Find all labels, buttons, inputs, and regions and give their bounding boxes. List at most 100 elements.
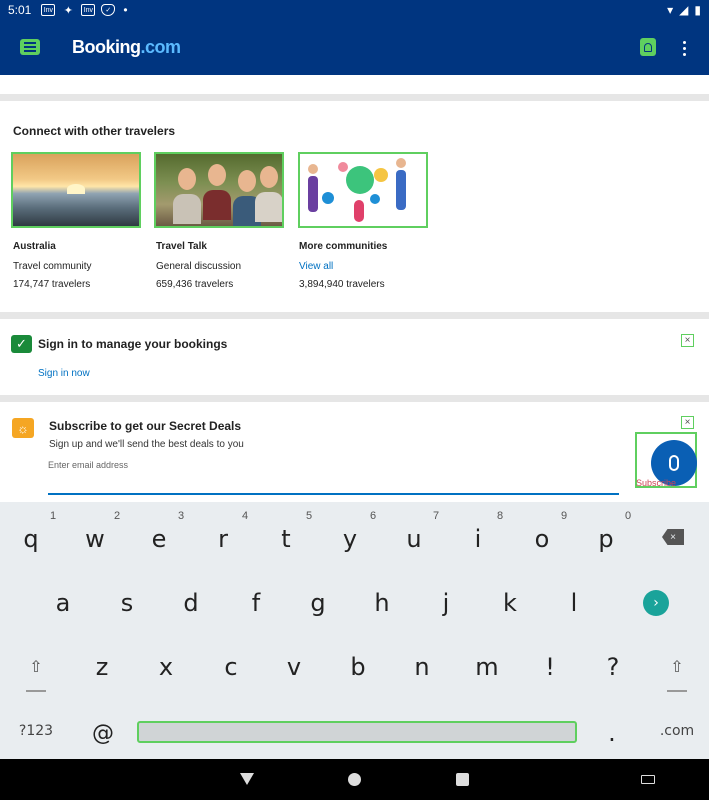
- navigation-bar: [0, 759, 709, 800]
- back-icon[interactable]: [240, 773, 254, 785]
- deal-sun-icon: ☼: [12, 418, 34, 438]
- shift-left-icon[interactable]: ⇧: [24, 654, 48, 678]
- key-hint-7: 7: [433, 510, 440, 522]
- checkmark-icon: ✓: [11, 335, 32, 353]
- key-hint-6: 6: [370, 510, 377, 522]
- key-w[interactable]: w: [83, 524, 107, 554]
- community-card-more-image[interactable]: [298, 152, 428, 228]
- sign-in-link[interactable]: Sign in now: [38, 368, 90, 379]
- symbols-key[interactable]: ?123: [14, 720, 58, 742]
- key-hint-3: 3: [178, 510, 185, 522]
- key-u[interactable]: u: [402, 524, 426, 554]
- subscribe-close-icon[interactable]: ×: [681, 416, 694, 429]
- card-more-count: 3,894,940 travelers: [299, 279, 385, 290]
- sign-in-title: Sign in to manage your bookings: [38, 337, 228, 351]
- card-travel-talk-subtitle: General discussion: [156, 261, 242, 272]
- shift-left-underline: [26, 690, 46, 692]
- card-travel-talk-count: 659,436 travelers: [156, 279, 234, 290]
- sign-in-close-icon[interactable]: ×: [681, 334, 694, 347]
- recent-apps-icon[interactable]: [456, 773, 469, 786]
- status-time: 5:01: [8, 3, 32, 17]
- subscribe-description: Sign up and we'll send the best deals to…: [49, 439, 244, 450]
- key-r[interactable]: r: [212, 524, 234, 554]
- key-hint-8: 8: [497, 510, 504, 522]
- status-bar: 5:01 Inv ✦ Inv ✓ • ▾ ◢ ▮: [0, 0, 709, 20]
- key-c[interactable]: c: [220, 652, 242, 682]
- key-k[interactable]: k: [498, 588, 522, 618]
- space-bar[interactable]: [137, 721, 577, 743]
- backspace-icon[interactable]: ×: [662, 529, 684, 545]
- key-p[interactable]: p: [595, 524, 617, 554]
- key-t[interactable]: t: [276, 524, 296, 554]
- subscribe-title: Subscribe to get our Secret Deals: [49, 419, 242, 433]
- key-hint-9: 9: [561, 510, 568, 522]
- notification-bell-icon[interactable]: [640, 38, 656, 56]
- card-more-view-all[interactable]: View all: [299, 261, 333, 272]
- key-i[interactable]: i: [467, 524, 489, 554]
- logo-suffix: .com: [140, 37, 182, 57]
- key-at[interactable]: @: [90, 718, 116, 748]
- key-s[interactable]: s: [115, 588, 139, 618]
- key-period[interactable]: .: [604, 719, 620, 747]
- key-a[interactable]: a: [51, 588, 75, 618]
- key-n[interactable]: n: [411, 652, 433, 682]
- card-australia-subtitle: Travel community: [13, 261, 92, 272]
- divider: [0, 312, 709, 319]
- key-g[interactable]: g: [306, 588, 330, 618]
- key-b[interactable]: b: [347, 652, 369, 682]
- twitter-icon: ✦: [63, 4, 73, 17]
- connect-title: Connect with other travelers: [13, 124, 176, 138]
- key-v[interactable]: v: [283, 652, 305, 682]
- keyboard-switch-icon[interactable]: [641, 775, 655, 784]
- dotcom-key[interactable]: .com: [656, 720, 698, 742]
- key-d[interactable]: d: [179, 588, 203, 618]
- shield-check-icon: ✓: [101, 4, 116, 16]
- divider: [0, 395, 709, 402]
- key-hint-0: 0: [625, 510, 632, 522]
- soft-keyboard: 1 2 3 4 5 6 7 8 9 0 q w e r t y u i o p …: [0, 502, 709, 759]
- community-card-australia-image[interactable]: [11, 152, 141, 228]
- email-input[interactable]: Enter email address: [48, 460, 128, 470]
- app-bar: Booking.com: [0, 20, 709, 75]
- key-m[interactable]: m: [474, 652, 500, 682]
- home-icon[interactable]: [348, 773, 361, 786]
- card-travel-talk-name[interactable]: Travel Talk: [156, 241, 207, 252]
- notification-dot-icon: •: [123, 3, 128, 17]
- status-right: ▾ ◢ ▮: [667, 3, 701, 17]
- key-exclamation[interactable]: !: [540, 652, 560, 682]
- community-card-travel-talk-image[interactable]: [154, 152, 284, 228]
- menu-icon[interactable]: [20, 39, 40, 55]
- subscribe-button[interactable]: Subscribe: [636, 478, 676, 488]
- logo-main: Booking: [72, 37, 141, 57]
- key-question[interactable]: ?: [603, 652, 623, 682]
- inv-icon: Inv: [41, 4, 56, 16]
- key-j[interactable]: j: [434, 588, 458, 618]
- key-hint-4: 4: [242, 510, 249, 522]
- divider: [0, 94, 709, 101]
- email-input-underline: [48, 493, 619, 495]
- key-y[interactable]: y: [338, 524, 362, 554]
- card-australia-count: 174,747 travelers: [13, 279, 91, 290]
- card-more-name[interactable]: More communities: [299, 241, 387, 252]
- key-l[interactable]: l: [562, 588, 586, 618]
- wifi-icon: ▾: [667, 3, 674, 17]
- key-hint-1: 1: [50, 510, 57, 522]
- key-hint-5: 5: [306, 510, 313, 522]
- key-hint-2: 2: [114, 510, 121, 522]
- key-q[interactable]: q: [20, 524, 42, 554]
- enter-next-icon[interactable]: ›: [643, 590, 669, 616]
- inv-icon: Inv: [81, 4, 96, 16]
- shift-right-underline: [667, 690, 687, 692]
- key-f[interactable]: f: [244, 588, 268, 618]
- battery-icon: ▮: [694, 3, 701, 17]
- key-x[interactable]: x: [156, 652, 176, 682]
- key-h[interactable]: h: [370, 588, 394, 618]
- shift-right-icon[interactable]: ⇧: [665, 654, 689, 678]
- more-options-icon[interactable]: [678, 38, 690, 58]
- booking-logo: Booking.com: [72, 37, 181, 58]
- signal-icon: ◢: [679, 3, 689, 17]
- key-e[interactable]: e: [149, 524, 169, 554]
- key-o[interactable]: o: [531, 524, 553, 554]
- key-z[interactable]: z: [92, 652, 112, 682]
- card-australia-name[interactable]: Australia: [13, 241, 56, 252]
